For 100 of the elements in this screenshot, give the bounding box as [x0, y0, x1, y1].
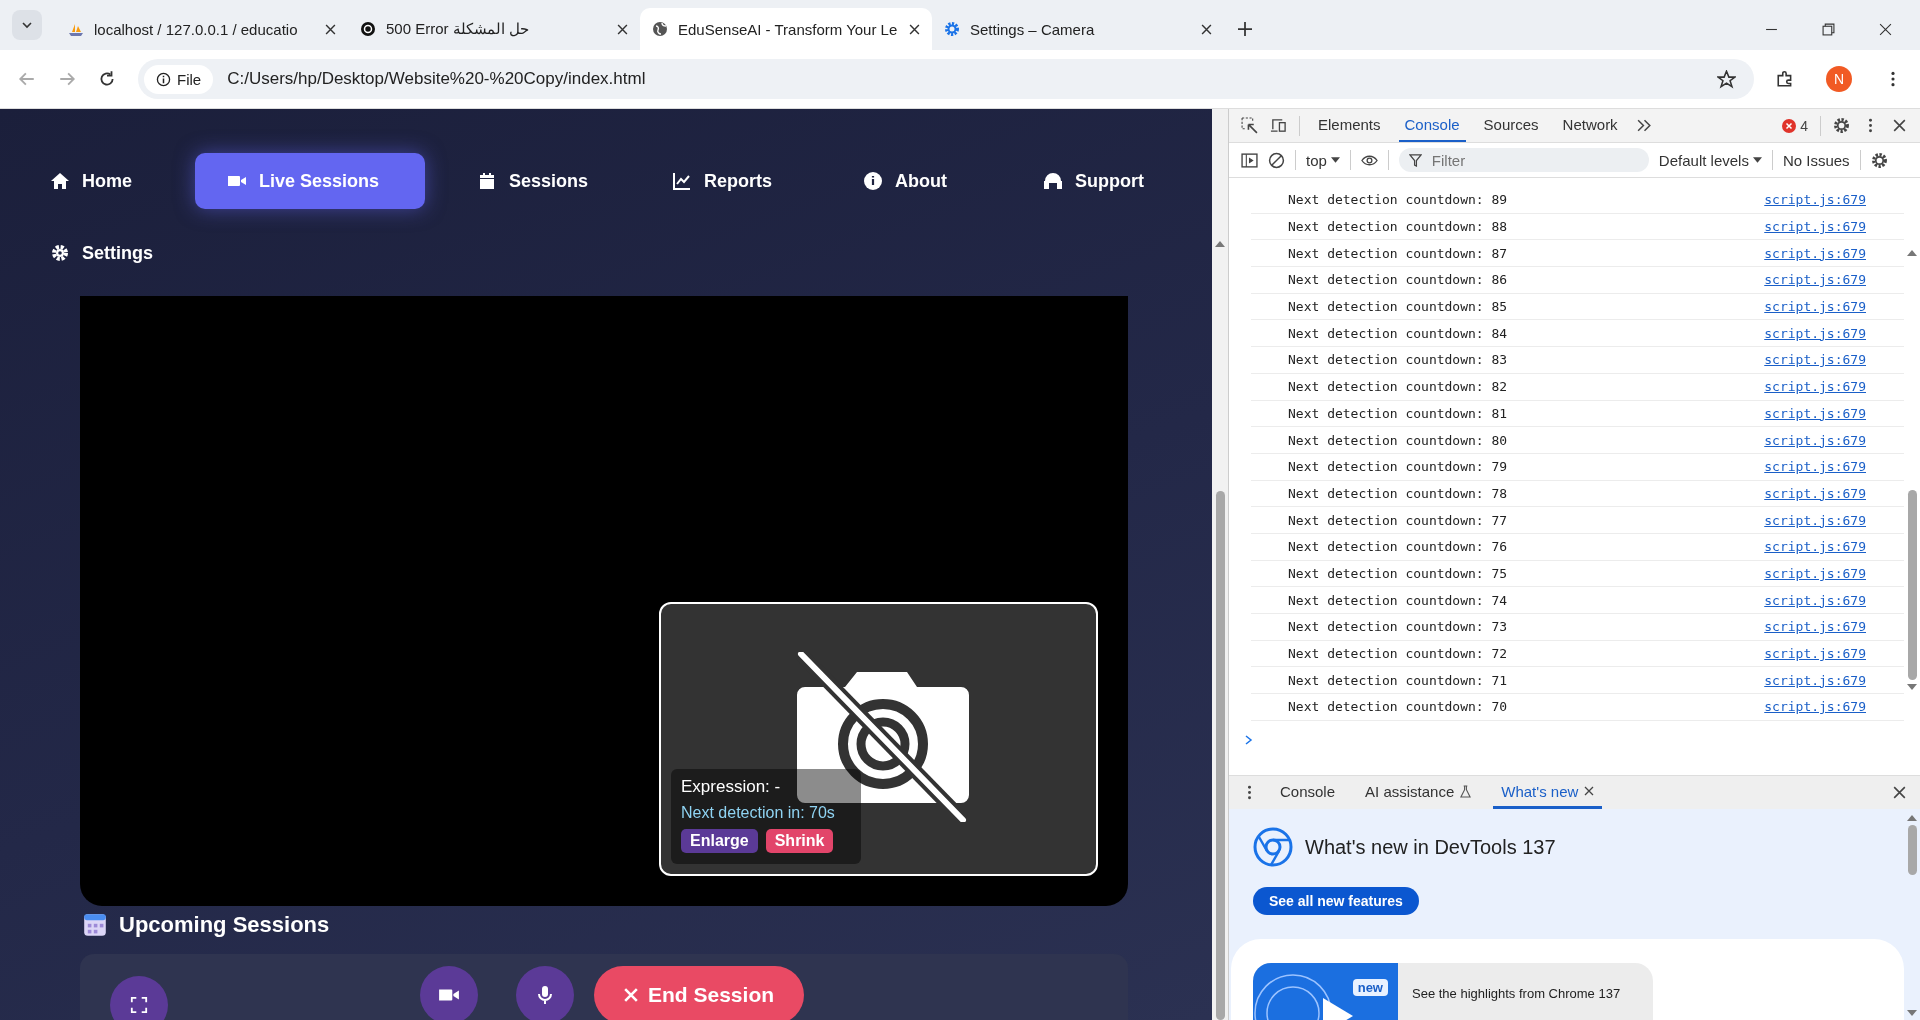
- nav-item[interactable]: Reports: [662, 153, 782, 209]
- scroll-up-icon[interactable]: [1907, 815, 1917, 821]
- site-info-chip[interactable]: File: [144, 64, 214, 94]
- browser-tab[interactable]: localhost / 127.0.0.1 / educatio: [56, 8, 348, 50]
- more-tabs-icon[interactable]: [1635, 117, 1653, 134]
- scrollbar-thumb[interactable]: [1907, 490, 1917, 680]
- restore-icon[interactable]: [1822, 23, 1835, 36]
- inspect-icon[interactable]: [1241, 117, 1258, 134]
- scrollbar-thumb[interactable]: [1215, 491, 1225, 1020]
- camera-button[interactable]: [420, 966, 478, 1020]
- bookmark-star-icon[interactable]: [1717, 69, 1736, 89]
- close-icon[interactable]: [1201, 23, 1212, 35]
- chrome-logo-icon: [1253, 827, 1293, 867]
- scrollbar[interactable]: [1212, 109, 1228, 1020]
- microphone-icon: [535, 985, 555, 1005]
- source-link[interactable]: script.js:679: [1764, 219, 1866, 235]
- filter-input[interactable]: Filter: [1429, 150, 1614, 170]
- browser-tab[interactable]: Settings – Camera: [932, 8, 1224, 50]
- filter-field[interactable]: Filter: [1398, 148, 1649, 172]
- chevron-down-icon: [21, 19, 33, 31]
- see-all-button[interactable]: See all new features: [1253, 887, 1419, 915]
- tab-search-button[interactable]: [12, 10, 42, 40]
- nav-item[interactable]: Support: [1033, 153, 1154, 209]
- source-link[interactable]: script.js:679: [1764, 272, 1866, 288]
- scroll-up-icon[interactable]: [1215, 241, 1225, 247]
- highlight-item[interactable]: new See the highlights from Chrome 137: [1253, 963, 1653, 1020]
- address-bar[interactable]: File C:/Users/hp/Desktop/Website%20-%20Copy/index.html: [138, 59, 1754, 99]
- drawer-tab[interactable]: AI assistance: [1357, 776, 1480, 809]
- source-link[interactable]: script.js:679: [1764, 245, 1866, 261]
- nav-item[interactable]: Home: [40, 153, 142, 209]
- source-link[interactable]: script.js:679: [1764, 405, 1866, 421]
- devtools-tab[interactable]: Elements: [1312, 109, 1387, 142]
- flask-icon: [1460, 784, 1472, 798]
- scroll-down-icon[interactable]: [1907, 1010, 1917, 1016]
- console-message: Next detection countdown: 73: [1288, 619, 1508, 635]
- levels-dropdown[interactable]: Default levels: [1658, 151, 1762, 169]
- drawer-tab[interactable]: Console: [1272, 776, 1344, 809]
- devtools-tab[interactable]: Network: [1556, 109, 1624, 142]
- context-dropdown[interactable]: top: [1306, 151, 1340, 169]
- console-message: Next detection countdown: 86: [1288, 272, 1508, 288]
- console-message: Next detection countdown: 74: [1288, 592, 1508, 608]
- source-link[interactable]: script.js:679: [1764, 699, 1866, 715]
- nav-item[interactable]: Live Sessions: [195, 153, 425, 209]
- error-count[interactable]: 4: [1782, 117, 1808, 134]
- highlight-text: See the highlights from Chrome 137: [1412, 985, 1621, 1001]
- console-message: Next detection countdown: 76: [1288, 539, 1508, 555]
- reload-icon[interactable]: [98, 70, 116, 88]
- nav-item[interactable]: About: [853, 153, 957, 209]
- clear-icon[interactable]: [1268, 151, 1285, 169]
- console-message: Next detection countdown: 72: [1288, 646, 1508, 662]
- fullscreen-button[interactable]: [110, 976, 168, 1020]
- console-message: Next detection countdown: 88: [1288, 219, 1508, 235]
- source-link[interactable]: script.js:679: [1764, 485, 1866, 501]
- source-link[interactable]: script.js:679: [1764, 432, 1866, 448]
- devtools-tab[interactable]: Console: [1398, 109, 1466, 142]
- source-link[interactable]: script.js:679: [1764, 459, 1866, 475]
- device-icon[interactable]: [1270, 117, 1287, 134]
- source-link[interactable]: script.js:679: [1764, 619, 1866, 635]
- settings-icon: [944, 21, 960, 37]
- nav-item[interactable]: Sessions: [467, 153, 599, 209]
- shrink-button[interactable]: Shrink: [765, 829, 834, 853]
- scrollbar-thumb[interactable]: [1907, 825, 1917, 875]
- close-icon[interactable]: [1879, 23, 1892, 36]
- microphone-button[interactable]: [516, 966, 574, 1020]
- profile-avatar[interactable]: N: [1826, 66, 1852, 92]
- close-icon[interactable]: [1584, 786, 1595, 796]
- source-link[interactable]: script.js:679: [1764, 672, 1866, 688]
- browser-tab[interactable]: EduSenseAI - Transform Your Le: [640, 8, 932, 50]
- countdown-label: Next detection in: 70s: [681, 804, 836, 822]
- nav-item[interactable]: Settings: [40, 225, 163, 281]
- close-icon[interactable]: [909, 23, 920, 35]
- settings-icon[interactable]: [1870, 151, 1888, 169]
- close-icon[interactable]: [617, 23, 628, 35]
- scroll-up-icon[interactable]: [1907, 250, 1917, 256]
- issues-button[interactable]: No Issues: [1782, 151, 1850, 169]
- source-link[interactable]: script.js:679: [1764, 325, 1866, 341]
- devtools-tab[interactable]: Sources: [1477, 109, 1545, 142]
- source-link[interactable]: script.js:679: [1764, 512, 1866, 528]
- console-message: Next detection countdown: 87: [1288, 245, 1508, 261]
- source-link[interactable]: script.js:679: [1764, 299, 1866, 315]
- source-link[interactable]: script.js:679: [1764, 352, 1866, 368]
- sidebar-toggle-icon[interactable]: [1241, 151, 1258, 169]
- scroll-down-icon[interactable]: [1907, 684, 1917, 690]
- browser-tab[interactable]: 500 Error حل المشكلة: [348, 8, 640, 50]
- source-link[interactable]: script.js:679: [1764, 592, 1866, 608]
- source-link[interactable]: script.js:679: [1764, 539, 1866, 555]
- prompt-chevron-icon[interactable]: [1245, 734, 1253, 745]
- close-icon[interactable]: [1891, 784, 1908, 801]
- new-tab-icon[interactable]: [1238, 22, 1252, 36]
- source-link[interactable]: script.js:679: [1764, 379, 1866, 395]
- close-icon[interactable]: [325, 23, 336, 35]
- puzzle-icon[interactable]: [1776, 70, 1794, 88]
- info-icon: [863, 171, 883, 191]
- end-session-button[interactable]: End Session: [594, 966, 805, 1020]
- source-link[interactable]: script.js:679: [1764, 192, 1866, 208]
- source-link[interactable]: script.js:679: [1764, 646, 1866, 662]
- enlarge-button[interactable]: Enlarge: [681, 829, 758, 853]
- settings-icon[interactable]: [1833, 117, 1850, 134]
- source-link[interactable]: script.js:679: [1764, 565, 1866, 581]
- close-icon[interactable]: [1891, 117, 1908, 134]
